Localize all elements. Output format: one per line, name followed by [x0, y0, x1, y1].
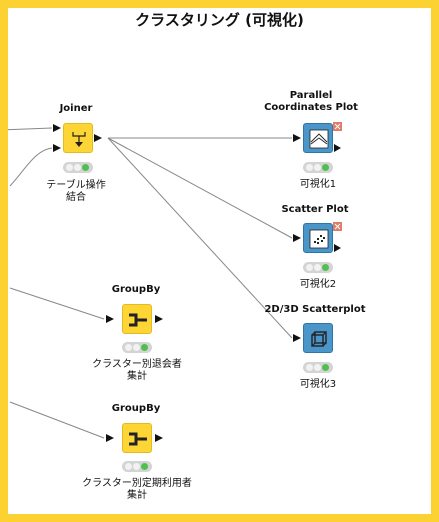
cube-icon	[311, 331, 327, 347]
groupby2-node-label: GroupBy	[111, 403, 161, 414]
scatter-input-port[interactable]	[293, 234, 301, 242]
connection-joiner-scatter[interactable]	[107, 137, 293, 239]
joiner-node[interactable]	[63, 123, 93, 153]
groupby2-caption-line-1: クラスター別定期利用者	[82, 478, 192, 489]
joiner-input-port-1[interactable]	[53, 124, 61, 132]
groupby1-node[interactable]	[122, 304, 152, 334]
connection-in-joiner-1[interactable]	[0, 127, 53, 131]
scatter-dots-icon	[309, 229, 329, 249]
scatter3d-input-port[interactable]	[293, 334, 301, 342]
connection-in-groupby1[interactable]	[9, 287, 105, 320]
joiner-caption-line-2: 結合	[66, 192, 86, 203]
scatter3d-node-label: 2D/3D Scatterplot	[264, 304, 366, 315]
joiner-input-port-2[interactable]	[53, 144, 61, 152]
parallel-coordinates-icon	[309, 129, 329, 149]
connections-layer	[0, 124, 341, 442]
groupby1-caption-line-1: クラスター別退会者	[92, 359, 182, 370]
scatter-node[interactable]	[303, 222, 342, 253]
workflow-canvas[interactable]: クラスタリング (可視化) Joiner テーブル操作 結合 Parallel …	[0, 0, 439, 522]
groupby-icon	[129, 313, 147, 327]
parallel-output-port[interactable]	[334, 144, 341, 152]
scatter-node-label: Scatter Plot	[281, 204, 349, 215]
scatter3d-caption: 可視化3	[299, 379, 337, 390]
workflow-title: クラスタリング (可視化)	[135, 11, 304, 29]
groupby1-status-indicator	[122, 342, 152, 353]
groupby2-output-port[interactable]	[155, 434, 163, 442]
groupby2-caption: クラスター別定期利用者 集計	[62, 478, 212, 502]
joiner-output-port[interactable]	[94, 134, 102, 142]
connection-in-groupby2[interactable]	[9, 401, 105, 439]
groupby2-status-indicator	[122, 461, 152, 472]
groupby2-input-port[interactable]	[106, 434, 114, 442]
parallel-input-port[interactable]	[293, 134, 301, 142]
joiner-status-indicator	[63, 162, 93, 173]
scatter-caption: 可視化2	[299, 279, 337, 290]
groupby1-caption: クラスター別退会者 集計	[72, 359, 202, 383]
parallel-status-indicator	[303, 162, 333, 173]
groupby1-input-port[interactable]	[106, 315, 114, 323]
parallel-caption: 可視化1	[299, 179, 337, 190]
groupby1-caption-line-2: 集計	[127, 371, 147, 382]
warning-marker-icon	[333, 222, 342, 231]
groupby2-caption-line-2: 集計	[127, 490, 147, 501]
groupby2-node[interactable]	[122, 423, 152, 453]
parallel-label-line-1: Parallel	[289, 90, 333, 101]
joiner-node-label: Joiner	[59, 103, 93, 114]
scatter3d-status-indicator	[303, 362, 333, 373]
warning-marker-icon	[333, 122, 342, 131]
joiner-caption-line-1: テーブル操作	[46, 180, 106, 191]
scatter-status-indicator	[303, 262, 333, 273]
scatter3d-node[interactable]	[303, 323, 333, 353]
groupby1-output-port[interactable]	[155, 315, 163, 323]
joiner-caption: テーブル操作 結合	[28, 180, 124, 204]
parallel-label-line-2: Coordinates Plot	[264, 102, 358, 113]
scatter-output-port[interactable]	[334, 244, 341, 252]
parallel-node-label: Parallel Coordinates Plot	[256, 90, 366, 114]
groupby-icon	[129, 432, 147, 446]
parallel-node[interactable]	[303, 122, 342, 153]
join-arrows-icon	[72, 132, 86, 147]
groupby1-node-label: GroupBy	[111, 284, 161, 295]
